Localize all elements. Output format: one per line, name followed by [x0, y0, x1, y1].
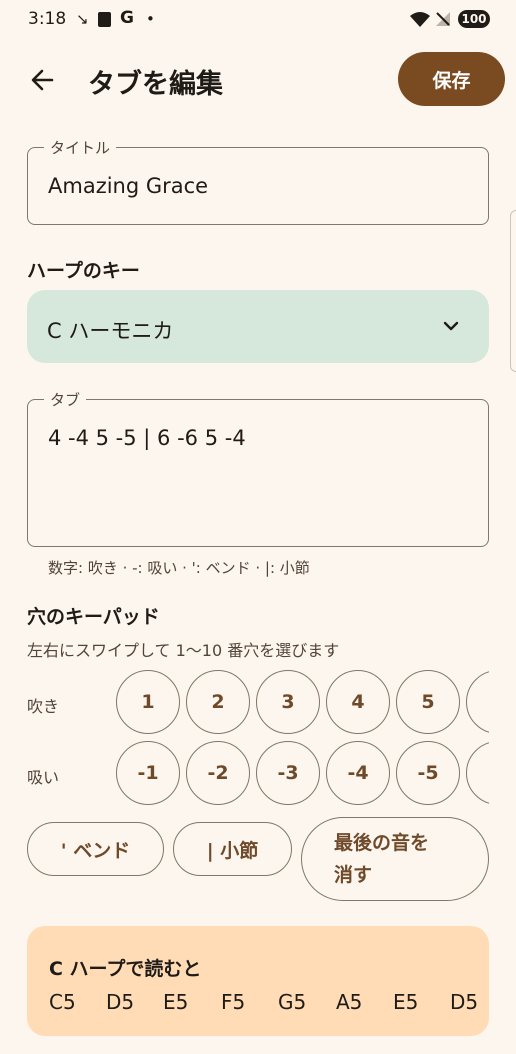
blow-row[interactable]: 1 2 3 4 5: [115, 669, 489, 737]
harp-key-label: ハープのキー: [27, 260, 140, 282]
hole-draw-5[interactable]: -5: [396, 741, 460, 805]
status-time: 3:18: [28, 9, 67, 29]
note-0: C5: [49, 990, 76, 1014]
note-4: G5: [278, 990, 307, 1014]
hole-draw-4[interactable]: -4: [326, 741, 390, 805]
hole-blow-2[interactable]: 2: [186, 670, 250, 734]
keypad-label: 穴のキーパッド: [27, 606, 160, 628]
hole-draw-1[interactable]: -1: [116, 741, 180, 805]
wifi-icon: [410, 12, 430, 27]
hole-draw-2[interactable]: -2: [186, 741, 250, 805]
note-1: D5: [106, 990, 135, 1014]
hole-blow-4[interactable]: 4: [326, 670, 390, 734]
tab-field-label: タブ: [44, 389, 87, 410]
note-6: E5: [393, 990, 419, 1014]
harp-key-value: C ハーモニカ: [47, 319, 174, 343]
title-field[interactable]: タイトル Amazing Grace: [27, 137, 489, 225]
title-field-label: タイトル: [44, 137, 117, 158]
delete-last-label-2: 消す: [334, 864, 373, 886]
hole-blow-5[interactable]: 5: [396, 670, 460, 734]
note-2: E5: [163, 990, 189, 1014]
missed-call-icon: ↘: [76, 10, 89, 28]
save-button[interactable]: 保存: [398, 52, 505, 106]
status-bar: 3:18 ↘ G • 100: [0, 0, 516, 40]
keypad-hint: 左右にスワイプして 1〜10 番穴を選びます: [27, 641, 340, 660]
bar-button[interactable]: | 小節: [173, 822, 292, 876]
draw-row-label: 吸い: [27, 768, 60, 787]
tab-helper-text: 数字: 吹き · -: 吸い · ': ベンド · |: 小節: [48, 559, 310, 577]
hole-blow-1[interactable]: 1: [116, 670, 180, 734]
bend-button[interactable]: ' ベンド: [27, 822, 164, 876]
hole-blow-6-partial[interactable]: [466, 670, 489, 734]
draw-row[interactable]: -1 -2 -3 -4 -5: [115, 740, 489, 808]
battery-indicator: 100: [458, 10, 490, 28]
tab-input[interactable]: 4 -4 5 -5 | 6 -6 5 -4: [48, 426, 246, 450]
hole-blow-3[interactable]: 3: [256, 670, 320, 734]
google-icon: G: [120, 8, 134, 28]
delete-last-button[interactable]: 最後の音を 消す: [301, 817, 489, 901]
sim-icon: [98, 12, 111, 27]
scroll-indicator[interactable]: [510, 210, 516, 372]
dot-icon: •: [146, 10, 155, 28]
reading-title: C ハープで読むと: [49, 958, 202, 980]
page-title: タブを編集: [88, 69, 223, 100]
harp-key-select[interactable]: C ハーモニカ: [27, 290, 489, 363]
hole-draw-6-partial[interactable]: [466, 741, 489, 805]
hole-draw-3[interactable]: -3: [256, 741, 320, 805]
back-button[interactable]: [26, 60, 62, 100]
reading-card: C ハープで読むと C5 D5 E5 F5 G5 A5 E5 D5: [27, 926, 489, 1036]
delete-last-label-1: 最後の音を: [334, 832, 430, 854]
note-5: A5: [336, 990, 363, 1014]
chevron-down-icon: [443, 321, 459, 331]
arrow-back-icon: [31, 69, 54, 91]
note-3: F5: [221, 990, 246, 1014]
blow-row-label: 吹き: [27, 697, 60, 716]
tab-field[interactable]: タブ 4 -4 5 -5 | 6 -6 5 -4: [27, 389, 489, 547]
no-signal-icon: [436, 12, 450, 26]
note-7: D5: [450, 990, 479, 1014]
title-input[interactable]: Amazing Grace: [48, 174, 208, 198]
